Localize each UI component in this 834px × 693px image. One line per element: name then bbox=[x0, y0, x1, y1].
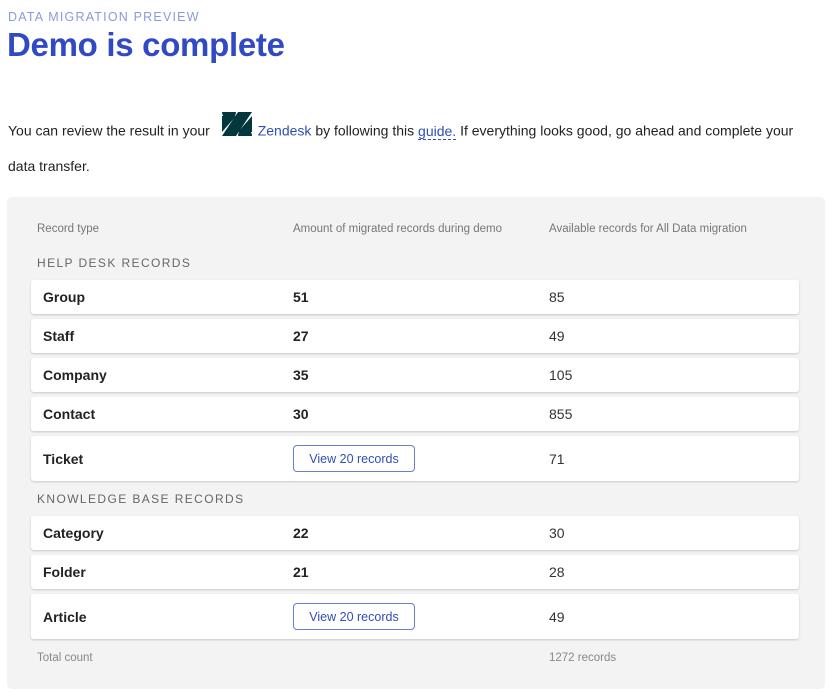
available-count-cell: 855 bbox=[549, 406, 573, 422]
table-row: Ticket View 20 records 71 bbox=[31, 436, 799, 481]
view-article-records-button[interactable]: View 20 records bbox=[293, 603, 415, 630]
available-count-cell: 49 bbox=[549, 608, 565, 625]
migrated-count-cell: 22 bbox=[293, 525, 309, 541]
record-type-cell: Ticket bbox=[43, 450, 84, 467]
available-count-cell: 85 bbox=[549, 289, 565, 305]
table-row: Company 35 105 bbox=[31, 358, 799, 392]
intro-text-before: You can review the result in your bbox=[8, 122, 210, 139]
table-row: Article View 20 records 49 bbox=[31, 594, 799, 639]
migrated-count-cell: 27 bbox=[293, 328, 309, 344]
page-title: Demo is complete bbox=[7, 26, 285, 63]
record-type-cell: Group bbox=[43, 289, 85, 305]
record-type-cell: Folder bbox=[43, 564, 86, 580]
available-count-cell: 49 bbox=[549, 328, 565, 344]
migrated-count-cell: 21 bbox=[293, 564, 309, 580]
record-type-cell: Staff bbox=[43, 328, 75, 344]
table-row: Category 22 30 bbox=[31, 516, 799, 550]
record-type-cell: Article bbox=[43, 608, 87, 625]
section-label-knowledge-base: KNOWLEDGE BASE RECORDS bbox=[37, 492, 245, 506]
table-row: Folder 21 28 bbox=[31, 555, 799, 589]
zendesk-logo-icon bbox=[221, 112, 252, 148]
total-count-value: 1272 records bbox=[549, 652, 617, 664]
record-type-cell: Category bbox=[43, 525, 104, 541]
table-row: Group 51 85 bbox=[31, 280, 799, 314]
column-header-record-type: Record type bbox=[37, 223, 100, 235]
table-row: Contact 30 855 bbox=[31, 397, 799, 431]
total-count-label: Total count bbox=[37, 652, 93, 664]
column-header-migrated: Amount of migrated records during demo bbox=[293, 223, 503, 235]
column-header-available: Available records for All Data migration bbox=[549, 223, 747, 235]
zendesk-link[interactable]: Zendesk bbox=[258, 123, 312, 139]
migrated-count-cell: 35 bbox=[293, 367, 309, 383]
migrated-count-cell: 30 bbox=[293, 406, 309, 422]
record-type-cell: Contact bbox=[43, 406, 96, 422]
available-count-cell: 30 bbox=[549, 525, 565, 541]
guide-link[interactable]: guide. bbox=[418, 122, 457, 140]
view-ticket-records-button[interactable]: View 20 records bbox=[293, 445, 415, 472]
section-label-help-desk: HELP DESK RECORDS bbox=[37, 256, 192, 270]
intro-text-middle: by following this bbox=[315, 122, 415, 139]
available-count-cell: 105 bbox=[549, 367, 573, 383]
record-type-cell: Company bbox=[43, 367, 107, 383]
migrated-count-cell: 51 bbox=[293, 289, 309, 305]
intro-paragraph: You can review the result in your Zendes… bbox=[8, 112, 823, 183]
migrated-count-cell: View 20 records bbox=[293, 436, 415, 481]
eyebrow-label: DATA MIGRATION PREVIEW bbox=[8, 10, 200, 24]
available-count-cell: 71 bbox=[549, 450, 565, 467]
records-panel: Record type Amount of migrated records d… bbox=[7, 197, 825, 689]
table-row: Staff 27 49 bbox=[31, 319, 799, 353]
migrated-count-cell: View 20 records bbox=[293, 594, 415, 639]
available-count-cell: 28 bbox=[549, 564, 565, 580]
